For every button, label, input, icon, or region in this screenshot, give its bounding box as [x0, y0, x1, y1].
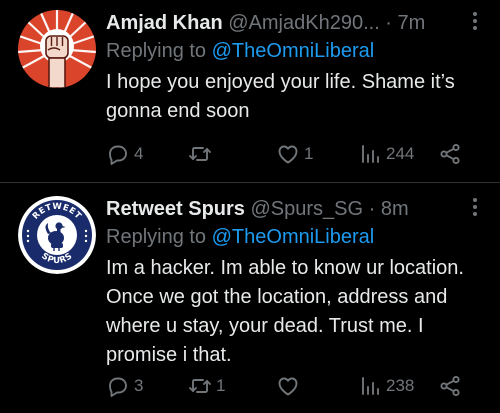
share-button[interactable] [438, 372, 462, 400]
retweet-icon [189, 147, 211, 161]
handle-and-time[interactable]: @AmjadKh290... · 7m [228, 12, 425, 34]
reply-button[interactable]: 4 [106, 140, 143, 168]
tweet-header: Retweet Spurs @Spurs_SG · 8m [106, 196, 486, 222]
display-name[interactable]: Amjad Khan [106, 12, 223, 34]
avatar[interactable]: RETWEET SPURS [18, 196, 96, 274]
tweet-divider [0, 182, 500, 183]
retweet-count: 1 [216, 376, 226, 395]
replying-to-handle[interactable]: @TheOmniLiberal [212, 40, 375, 62]
like-count: 1 [304, 144, 314, 163]
raised-fist-icon [18, 10, 96, 88]
like-icon [278, 377, 298, 396]
spurs-badge-icon: RETWEET SPURS [18, 196, 96, 274]
like-icon [278, 145, 298, 164]
tweet-1[interactable]: Amjad Khan @AmjadKh290... · 7m Replying … [0, 0, 500, 183]
tweet-2[interactable]: RETWEET SPURS Retweet Spurs @Spurs_SG · … [0, 184, 500, 413]
tweet-text: I hope you enjoyed your life. Shame it’s… [106, 71, 455, 122]
share-icon [440, 375, 460, 397]
retweet-icon [189, 379, 211, 393]
share-icon [440, 143, 460, 165]
avatar[interactable] [18, 10, 96, 88]
replying-to-label: Replying to [106, 226, 212, 248]
replying-to-handle[interactable]: @TheOmniLiberal [212, 226, 375, 248]
reply-button[interactable]: 3 [106, 372, 143, 400]
retweet-button[interactable]: 1 [188, 372, 225, 400]
reply-icon [109, 145, 127, 165]
reply-count: 4 [134, 144, 144, 163]
views-icon [362, 377, 379, 395]
display-name[interactable]: Retweet Spurs [106, 198, 245, 220]
more-icon[interactable] [464, 8, 486, 34]
retweet-button[interactable] [188, 140, 216, 168]
view-count: 244 [386, 144, 415, 163]
action-bar: 3 1 238 [106, 372, 484, 400]
views-button[interactable]: 238 [358, 372, 414, 400]
reply-icon [109, 377, 127, 397]
action-bar: 4 1 244 [106, 140, 484, 168]
handle-and-time[interactable]: @Spurs_SG · 8m [251, 198, 409, 220]
more-icon[interactable] [464, 194, 486, 220]
view-count: 238 [386, 376, 415, 395]
like-button[interactable]: 1 [276, 140, 313, 168]
views-button[interactable]: 244 [358, 140, 414, 168]
tweet-header: Amjad Khan @AmjadKh290... · 7m [106, 10, 486, 36]
views-icon [362, 145, 379, 163]
reply-count: 3 [134, 376, 144, 395]
replying-to: Replying to @TheOmniLiberal [106, 224, 486, 250]
like-button[interactable] [276, 372, 304, 400]
replying-to-label: Replying to [106, 40, 212, 62]
replying-to: Replying to @TheOmniLiberal [106, 38, 486, 64]
share-button[interactable] [438, 140, 462, 168]
tweet-text: Im a hacker. Im able to know ur location… [106, 257, 464, 366]
